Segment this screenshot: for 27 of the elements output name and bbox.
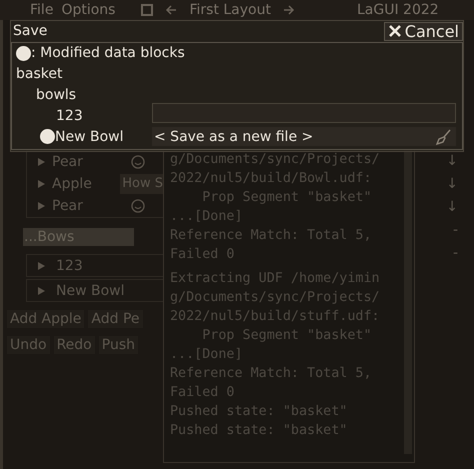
- cancel-button[interactable]: Cancel: [384, 22, 463, 40]
- list-item[interactable]: Apple: [52, 176, 92, 192]
- add-button[interactable]: Add Apple: [7, 310, 84, 328]
- tree-item[interactable]: 123: [56, 108, 83, 124]
- tree-item[interactable]: New Bowl: [55, 128, 124, 144]
- sort-button[interactable]: ↓: [446, 173, 458, 196]
- remove-button[interactable]: -: [452, 242, 458, 265]
- dialog-title: Save: [12, 23, 48, 39]
- app-name: LaGUI 2022: [356, 2, 439, 18]
- menu-item[interactable]: Options: [61, 2, 116, 18]
- list-item[interactable]: Pear: [52, 154, 83, 170]
- sort-button[interactable]: ↓: [446, 150, 458, 173]
- tree-item[interactable]: basket: [16, 66, 62, 82]
- history-button[interactable]: Redo: [54, 336, 95, 354]
- list-item[interactable]: Pear: [52, 198, 83, 214]
- layout-name: First Layout: [189, 2, 271, 18]
- file-choice-field[interactable]: < Save as a new file >: [152, 127, 456, 146]
- history-button[interactable]: Push: [98, 336, 138, 354]
- sort-button[interactable]: ↓: [446, 196, 458, 219]
- history-button[interactable]: Undo: [7, 336, 50, 354]
- legend-text: : Modified data blocks: [31, 45, 185, 61]
- remove-button[interactable]: -: [452, 219, 458, 242]
- add-button[interactable]: Add Pe: [88, 310, 143, 328]
- file-choice-text: < Save as a new file >: [154, 128, 314, 144]
- list-item[interactable]: 123: [56, 258, 83, 274]
- menu-item[interactable]: File: [30, 2, 54, 18]
- tree-item[interactable]: bowls: [36, 86, 76, 102]
